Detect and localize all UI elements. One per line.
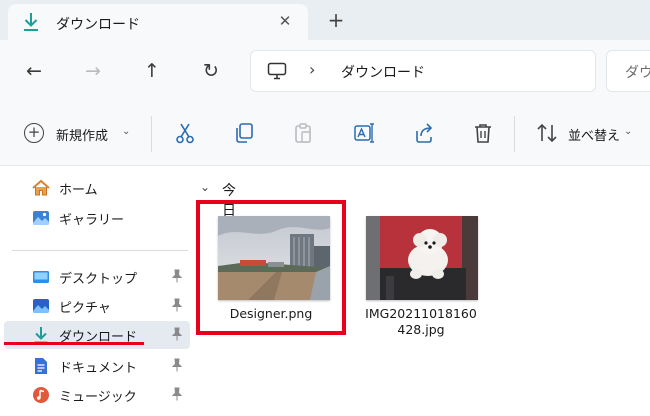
breadcrumb-chevron[interactable]: › [309,60,315,79]
paste-icon[interactable] [292,122,314,144]
pin-icon[interactable] [170,269,184,283]
sidebar-item-home[interactable]: ホーム [4,174,190,202]
sidebar-item-desktop[interactable]: デスクトップ [4,263,190,291]
sort-label: 並べ替え [568,129,621,144]
rename-icon[interactable] [353,122,375,144]
cut-icon[interactable] [174,122,196,144]
sidebar-item-music[interactable]: ミュージック [4,381,190,409]
sidebar-item-label: ドキュメント [59,361,138,376]
search-placeholder: ダウ [625,65,650,81]
pin-icon[interactable] [170,387,184,401]
computer-icon [267,62,287,80]
tab-downloads[interactable]: ダウンロード ✕ [8,4,308,40]
file-list: ⌄ 今日 Designer.png IMG20211018160 428.jpg [192,166,650,416]
address-row: ← → ↑ ↻ › ダウンロード ダウ [0,40,650,102]
music-icon [33,387,49,403]
command-bar: + 新規作成 ⌄ 並べ替え ⌄ [0,102,650,166]
file-item-designer[interactable]: Designer.png [206,202,336,342]
pin-icon[interactable] [170,298,184,312]
home-icon [32,179,50,196]
download-icon [24,13,38,31]
chevron-down-icon: ⌄ [200,180,211,194]
up-button[interactable]: ↑ [140,59,164,83]
new-tab-button[interactable]: + [326,10,346,30]
sidebar-item-documents[interactable]: ドキュメント [4,352,190,380]
pin-icon[interactable] [170,358,184,372]
sidebar-item-pictures[interactable]: ピクチャ [4,292,190,320]
file-thumbnail [218,216,330,300]
copy-icon[interactable] [233,122,255,144]
street-photo-thumbnail [218,216,330,300]
chevron-down-icon: ⌄ [624,126,633,137]
sidebar-item-label: ギャラリー [59,213,125,228]
breadcrumb-downloads[interactable]: ダウンロード [341,62,425,82]
file-name-line1: IMG20211018160 [365,306,477,321]
new-label: 新規作成 [56,129,109,144]
red-underline-annotation [4,342,144,345]
dog-photo-thumbnail [366,216,478,300]
address-bar[interactable]: › ダウンロード [250,50,596,92]
desktop-icon [33,271,49,283]
close-tab-button[interactable]: ✕ [276,12,294,30]
navigation-pane: ホーム ギャラリー デスクトップ ピクチャ ダウンロード ドキュメント ミュージ… [0,166,192,416]
delete-icon[interactable] [472,122,494,144]
plus-icon: + [24,123,44,143]
chevron-down-icon: ⌄ [122,126,131,137]
file-thumbnail [366,216,478,300]
tab-title: ダウンロード [56,17,140,33]
forward-button[interactable]: → [81,59,105,83]
back-button[interactable]: ← [22,59,46,83]
file-name-line2: 428.jpg [397,322,445,337]
refresh-button[interactable]: ↻ [199,59,223,83]
file-name: Designer.png [229,306,313,321]
sidebar-divider [12,250,188,251]
sort-icon [537,123,557,143]
file-item-img[interactable]: IMG20211018160 428.jpg [356,202,486,342]
sidebar-item-label: ミュージック [59,390,137,405]
tab-bar: ダウンロード ✕ + [0,0,650,40]
sidebar-item-label: ホーム [59,183,98,198]
sidebar-item-label: ピクチャ [59,301,111,316]
sidebar-item-label: デスクトップ [59,272,138,287]
separator [514,116,515,152]
pictures-icon [33,299,49,313]
separator [151,116,152,152]
sidebar-item-gallery[interactable]: ギャラリー [4,204,190,232]
search-box[interactable]: ダウ [606,50,650,92]
documents-icon [35,358,47,374]
gallery-icon [33,211,49,225]
share-icon[interactable] [413,122,435,144]
pin-icon[interactable] [170,327,184,341]
